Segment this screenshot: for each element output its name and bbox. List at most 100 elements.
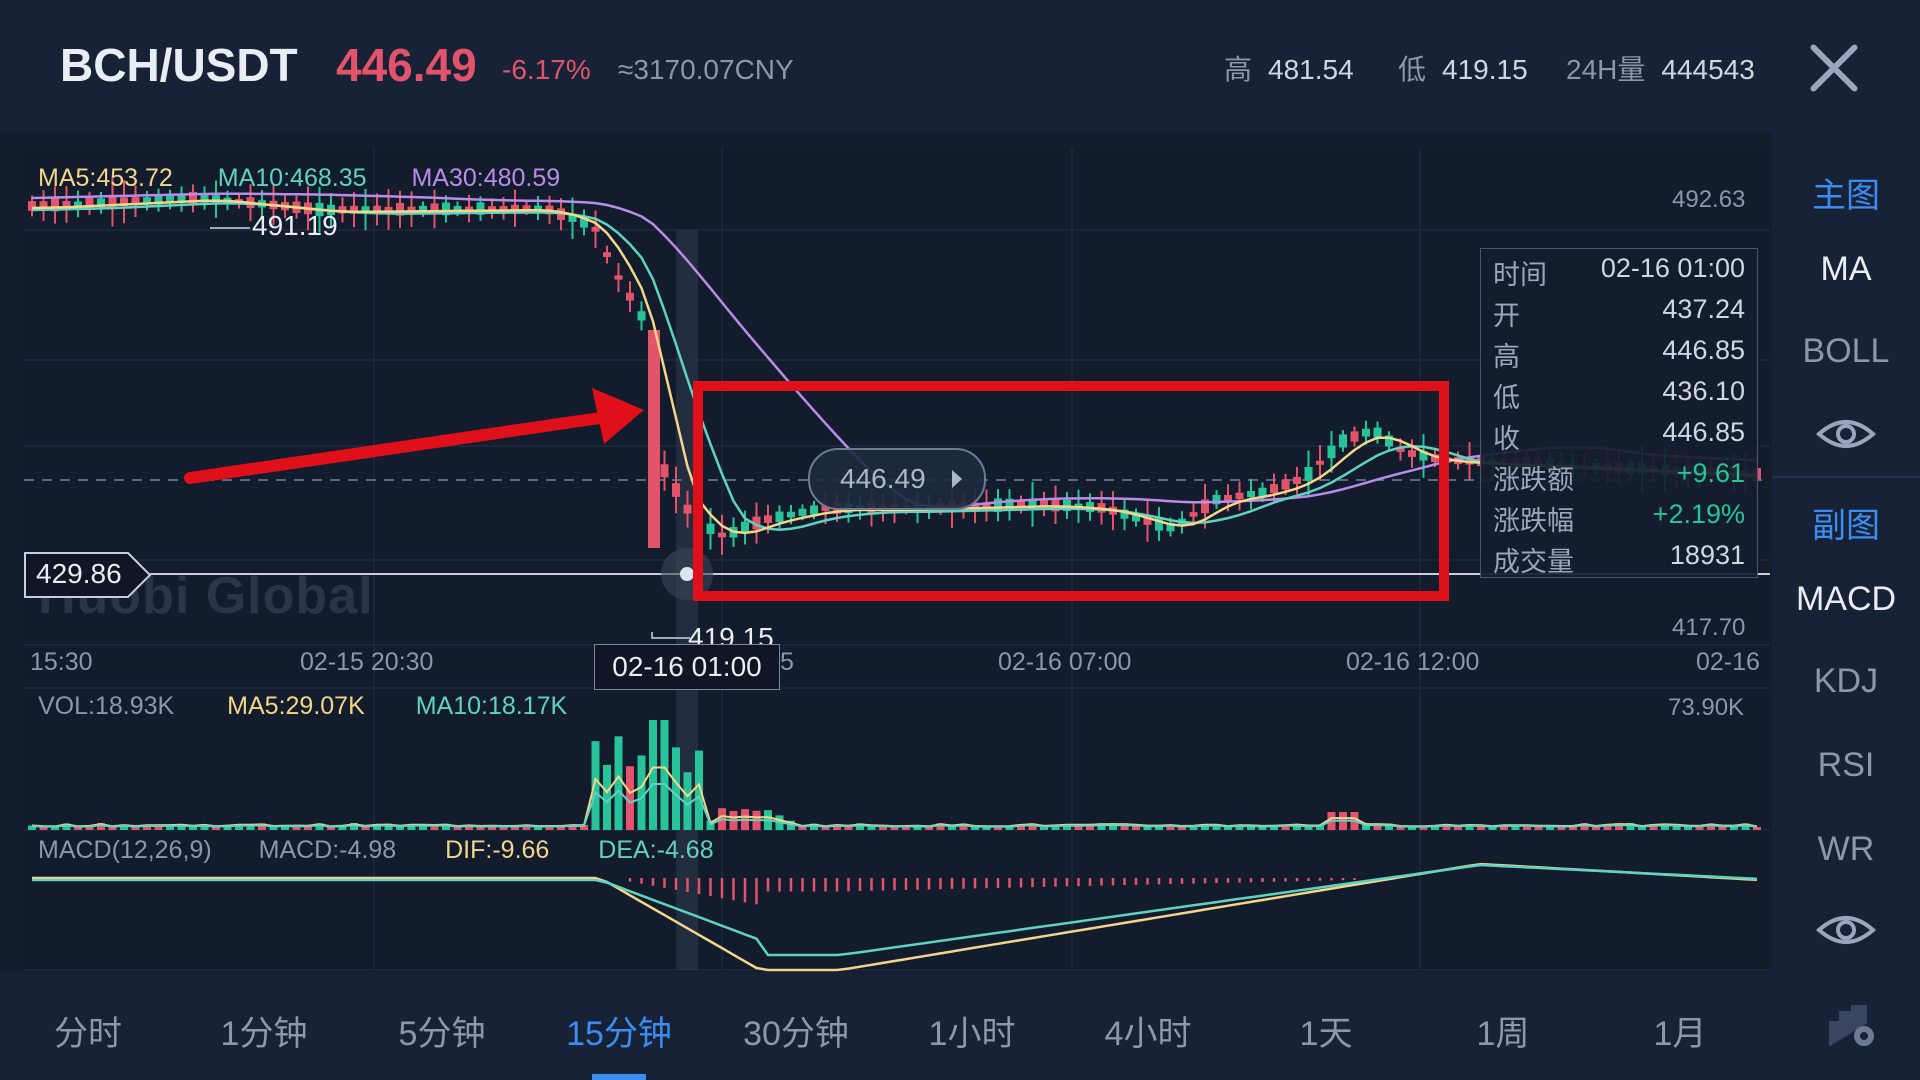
- candle-body: [626, 292, 634, 301]
- volume-ma10-line: [31, 783, 1758, 828]
- time-label-6: 02-16: [1696, 648, 1760, 676]
- candle-body: [1224, 494, 1232, 501]
- stat-high-label: 高: [1224, 54, 1253, 85]
- indicator-rsi[interactable]: RSI: [1772, 746, 1920, 785]
- info-row: 高 446.85: [1493, 335, 1745, 373]
- volume-legend: VOL:18.93K MA5:29.07K MA10:18.17K: [38, 692, 567, 721]
- info-key: 成交量: [1493, 547, 1574, 577]
- info-value: 446.85: [1662, 417, 1745, 447]
- timeframe-tab[interactable]: 4小时: [1105, 1006, 1192, 1055]
- timeframe-tab[interactable]: 1小时: [929, 1006, 1016, 1055]
- candle-body: [1362, 428, 1370, 437]
- volume-bars: [28, 720, 1761, 830]
- stat-low-label: 低: [1398, 54, 1427, 85]
- time-label-1: 15:30: [30, 648, 93, 676]
- eye-icon[interactable]: [1816, 912, 1876, 948]
- timeframe-bar: 分时 1分钟 5分钟 15分钟 30分钟 1小时 4小时 1天 1周 1月: [0, 972, 1920, 1080]
- candle-body: [603, 252, 611, 257]
- annotation-arrow: [184, 388, 644, 484]
- candle-body: [1304, 466, 1313, 481]
- candle-body: [1235, 492, 1244, 500]
- timeframe-tab[interactable]: 1分钟: [221, 1006, 308, 1055]
- candle-body: [660, 464, 669, 478]
- active-tab-indicator: [592, 1074, 646, 1080]
- price-tooltip[interactable]: 446.49: [808, 448, 986, 510]
- candle-body: [764, 515, 772, 524]
- price-axis-top: 492.63: [1672, 186, 1746, 213]
- candle-body: [1270, 484, 1278, 493]
- main-chart-header[interactable]: 主图: [1772, 168, 1920, 217]
- macd-title: MACD(12,26,9): [38, 836, 212, 864]
- indicator-macd[interactable]: MACD: [1772, 580, 1920, 619]
- indicator-wr[interactable]: WR: [1772, 830, 1920, 869]
- timeframe-tab[interactable]: 5分钟: [399, 1006, 486, 1055]
- volume-bar: [603, 764, 611, 830]
- candle-body: [672, 483, 680, 497]
- candle-body: [798, 508, 807, 516]
- info-row: 涨跌幅 +2.19%: [1493, 499, 1745, 537]
- info-value: 18931: [1669, 540, 1745, 570]
- candle-body: [1293, 476, 1301, 484]
- info-key: 高: [1493, 342, 1520, 372]
- timeframe-tab[interactable]: 分时: [54, 1006, 122, 1055]
- timeframe-tab[interactable]: 1天: [1300, 1006, 1353, 1055]
- price-cny: ≈3170.07CNY: [618, 54, 794, 85]
- info-row: 时间 02-16 01:00: [1493, 253, 1745, 291]
- stat-high: 高 481.54: [1224, 48, 1354, 88]
- candle-body: [775, 511, 784, 523]
- info-key: 涨跌额: [1493, 465, 1574, 495]
- volume-bar: [637, 755, 646, 830]
- timeframe-tab[interactable]: 1月: [1654, 1006, 1707, 1055]
- volume-ma5: MA5:29.07K: [227, 692, 365, 720]
- info-row: 开 437.24: [1493, 294, 1745, 332]
- candle-body: [1281, 479, 1290, 490]
- time-label-3: 5: [780, 648, 794, 676]
- timeframe-tab[interactable]: 30分钟: [743, 1006, 849, 1055]
- eye-icon[interactable]: [1816, 416, 1876, 452]
- ma5-legend: MA5:453.72: [38, 164, 173, 192]
- indicator-ma[interactable]: MA: [1772, 250, 1920, 289]
- info-row: 低 436.10: [1493, 376, 1745, 414]
- max-price-label: 491.19: [252, 210, 338, 241]
- candle-body: [810, 505, 818, 515]
- info-row: 涨跌额 +9.61: [1493, 458, 1745, 496]
- candle-body: [706, 523, 715, 534]
- price-axis-bottom: 417.70: [1672, 614, 1746, 641]
- candle-body: [637, 311, 646, 321]
- info-value: +2.19%: [1652, 499, 1745, 529]
- volume-ma10: MA10:18.17K: [415, 692, 568, 720]
- last-price: 446.49: [336, 39, 477, 91]
- info-value: 436.10: [1662, 376, 1745, 406]
- price-tag-value: 429.86: [36, 558, 122, 589]
- volume-bar: [660, 720, 669, 830]
- info-key: 时间: [1493, 260, 1547, 290]
- volume-value: VOL:18.93K: [38, 692, 175, 720]
- info-row: 收 446.85: [1493, 417, 1745, 455]
- stat-volume-value: 444543: [1661, 54, 1755, 85]
- close-icon[interactable]: [1806, 40, 1862, 96]
- stat-high-value: 481.54: [1268, 54, 1354, 85]
- volume-bar: [649, 720, 657, 830]
- chart-settings-icon[interactable]: [1826, 1002, 1878, 1050]
- timeframe-tab-active[interactable]: 15分钟: [566, 1006, 672, 1055]
- ma30-legend: MA30:480.59: [411, 164, 561, 192]
- indicator-boll[interactable]: BOLL: [1772, 332, 1920, 371]
- indicator-sidebar: 主图 MA BOLL 副图 MACD KDJ RSI WR: [1772, 132, 1920, 972]
- volume-bar: [591, 741, 600, 830]
- info-key: 涨跌幅: [1493, 506, 1574, 536]
- candle-body: [614, 275, 623, 280]
- timeframe-tab[interactable]: 1周: [1477, 1006, 1530, 1055]
- volume-bar: [626, 766, 634, 830]
- sub-chart-header[interactable]: 副图: [1772, 498, 1920, 547]
- info-key: 收: [1493, 424, 1520, 454]
- info-row: 成交量 18931: [1493, 540, 1745, 578]
- time-label-5: 02-16 12:00: [1346, 648, 1480, 676]
- info-value: +9.61: [1676, 458, 1745, 488]
- macd-histogram: [628, 878, 1356, 905]
- indicator-kdj[interactable]: KDJ: [1772, 662, 1920, 701]
- candle-info-box: 时间 02-16 01:00 开 437.24 高 446.85 低 436.10 收 4…: [1480, 248, 1758, 578]
- sidebar-divider: [1772, 476, 1920, 478]
- ma-legend: MA5:453.72 MA10:468.35 MA30:480.59: [38, 164, 560, 193]
- pair-title: BCH/USDT: [60, 39, 298, 91]
- volume-bar: [683, 772, 692, 830]
